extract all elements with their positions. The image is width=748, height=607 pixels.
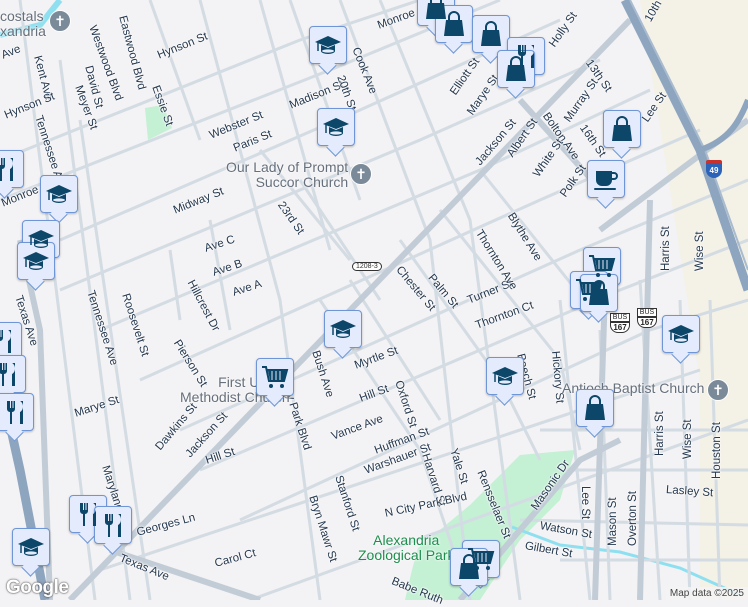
street-label: Houston St [711, 422, 723, 479]
fork-knife-icon [0, 155, 19, 183]
school-marker[interactable] [12, 528, 50, 566]
graduation-cap-icon [45, 180, 73, 208]
shopping-marker[interactable] [580, 274, 618, 312]
restaurant-marker[interactable] [0, 393, 34, 431]
church-icon[interactable]: ✝ [350, 163, 372, 185]
shopping-marker[interactable] [576, 389, 614, 427]
street-label: Mason St [607, 497, 619, 546]
bus-167-shield: BUS 167 [610, 313, 630, 333]
bus-label: BUS [610, 313, 630, 322]
shopping-bag-icon [608, 115, 636, 143]
place-label-our-lady[interactable]: Our Lady of Prompt Succor Church [226, 160, 348, 190]
coffee-cup-icon [592, 165, 620, 193]
school-marker[interactable] [317, 108, 355, 146]
church-icon[interactable]: ✝ [707, 379, 729, 401]
graduation-cap-icon [17, 533, 45, 561]
route-number: 167 [610, 322, 630, 333]
restaurant-marker[interactable] [0, 150, 24, 188]
map-attribution[interactable]: Map data ©2025 [665, 587, 748, 600]
fork-knife-icon [74, 500, 102, 528]
shopping-bag-icon [455, 553, 483, 581]
restaurant-marker[interactable] [94, 506, 132, 544]
church-icon[interactable]: ✝ [49, 10, 71, 32]
place-label-zoo[interactable]: Alexandria Zoological Park [358, 533, 455, 563]
school-marker[interactable] [486, 357, 524, 395]
shopping-bag-icon [477, 20, 505, 48]
shopping-marker[interactable] [472, 15, 510, 53]
route-number: 167 [637, 317, 657, 328]
graduation-cap-icon [322, 113, 350, 141]
i49-shield: 49 [706, 160, 722, 178]
place-label-pentecostals[interactable]: costals xandria [0, 9, 46, 39]
street-label: Lee St [579, 486, 591, 520]
school-marker[interactable] [309, 26, 347, 64]
route-1208-shield: 1208-3 [352, 262, 382, 271]
fork-knife-icon [99, 511, 127, 539]
street-label: Harris St [654, 411, 666, 456]
restaurant-marker[interactable] [0, 355, 26, 393]
shopping-marker[interactable] [497, 50, 535, 88]
street-label: Wise St [694, 231, 706, 271]
graduation-cap-icon [329, 315, 357, 343]
fork-knife-icon [0, 360, 21, 388]
school-marker[interactable] [40, 175, 78, 213]
street-label: Harris St [660, 226, 672, 271]
shopping-marker[interactable] [435, 5, 473, 43]
graduation-cap-icon [491, 362, 519, 390]
shopping-bag-icon [581, 394, 609, 422]
google-logo: Google [6, 577, 69, 598]
street-label: Overton St [627, 491, 639, 546]
shopping-bag-icon [585, 279, 613, 307]
graduation-cap-icon [22, 247, 50, 275]
fork-knife-icon [1, 398, 29, 426]
graduation-cap-icon [667, 320, 695, 348]
bus-167-shield: BUS 167 [637, 308, 657, 328]
graduation-cap-icon [314, 31, 342, 59]
shopping-marker[interactable] [603, 110, 641, 148]
cafe-marker[interactable] [587, 160, 625, 198]
shopping-bag-icon [502, 55, 530, 83]
shopping-marker[interactable] [450, 548, 488, 586]
bus-label: BUS [637, 308, 657, 317]
shopping-cart-icon [261, 363, 289, 391]
grocery-marker[interactable] [256, 358, 294, 396]
street-label: Wise St [682, 419, 694, 459]
school-marker[interactable] [17, 242, 55, 280]
shopping-bag-icon [440, 10, 468, 38]
school-marker[interactable] [662, 315, 700, 353]
fork-knife-icon [0, 327, 17, 355]
school-marker[interactable] [324, 310, 362, 348]
